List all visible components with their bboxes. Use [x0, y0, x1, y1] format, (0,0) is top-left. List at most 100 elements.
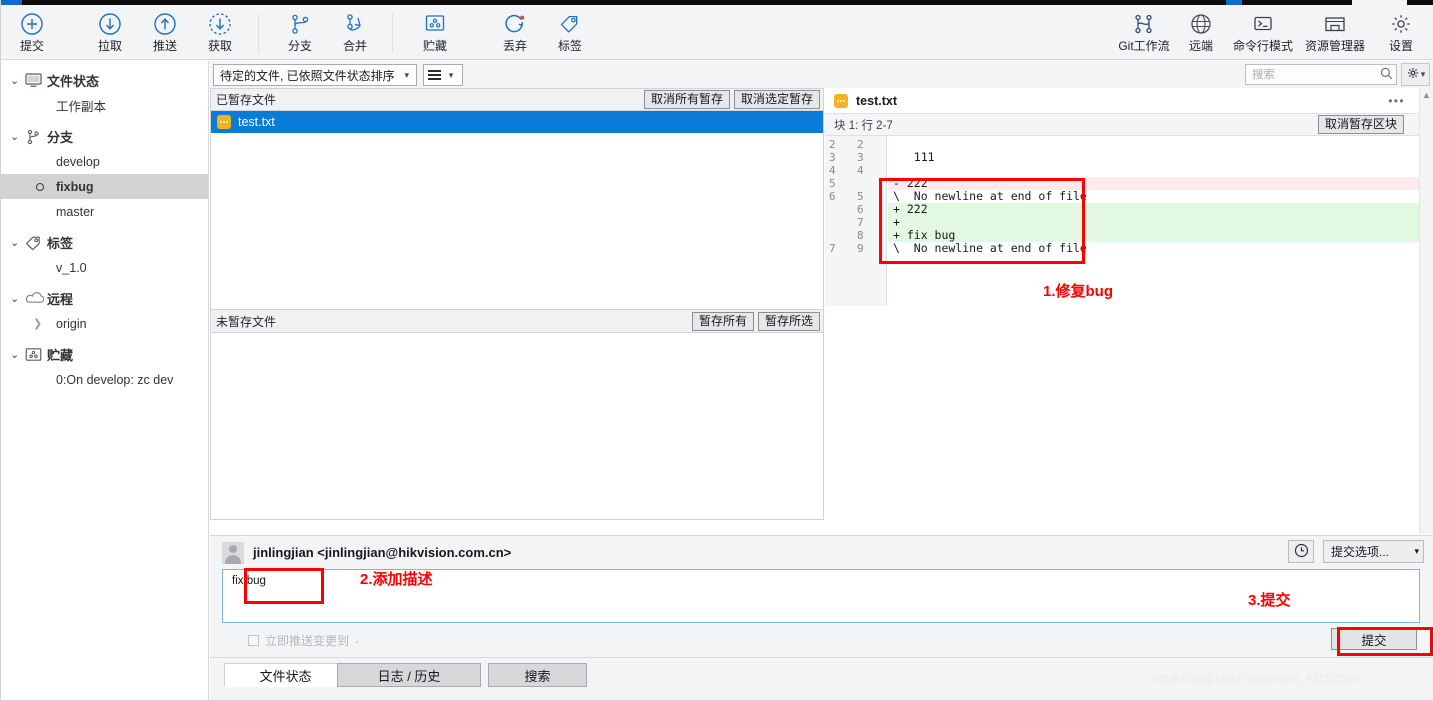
current-branch-bullet-icon: [36, 182, 44, 191]
sidebar-item-branch-master[interactable]: master: [0, 199, 208, 224]
list-view-icon: [427, 68, 441, 83]
toolbar-button-tag[interactable]: 标签: [538, 9, 602, 59]
unstage-all-button[interactable]: 取消所有暂存: [643, 90, 730, 109]
file-status-column: 已暂存文件 取消所有暂存 取消选定暂存 test.txt 未暂存文件 暂存所有 …: [210, 88, 824, 534]
toolbar-button-merge[interactable]: 合并: [323, 9, 387, 59]
sidebar-group-branches[interactable]: ⌄ 分支: [0, 124, 208, 149]
staged-file-row[interactable]: test.txt: [211, 111, 823, 133]
diff-old-line-number: 4: [829, 164, 836, 177]
toolbar-button-commit[interactable]: 提交: [0, 9, 64, 59]
unstage-selected-button[interactable]: 取消选定暂存: [733, 90, 820, 109]
gitflow-icon: [1131, 9, 1157, 39]
branch-icon: [287, 9, 313, 39]
toolbar-label: 合并: [342, 39, 367, 53]
tab-label: 日志 / 历史: [377, 668, 441, 684]
diff-old-line-number: 2: [829, 138, 836, 151]
toolbar-button-settings[interactable]: 设置: [1369, 9, 1433, 59]
commit-options-dropdown[interactable]: 提交选项... ▾: [1323, 540, 1424, 563]
diff-line: [888, 164, 1433, 177]
toolbar-label: 丢弃: [502, 39, 527, 53]
tab-file-status[interactable]: 文件状态: [224, 663, 347, 687]
sidebar-item-label: fixbug: [56, 179, 94, 194]
toolbar-label: 提交: [19, 39, 44, 53]
toolbar-label: Git工作流: [1118, 39, 1170, 53]
globe-icon: [1188, 9, 1214, 39]
file-sort-dropdown[interactable]: 待定的文件, 已依照文件状态排序 ▾: [213, 64, 417, 86]
toolbar-button-fetch[interactable]: 获取: [188, 9, 252, 59]
toolbar-button-stash[interactable]: 贮藏: [403, 9, 467, 59]
diff-vertical-scrollbar[interactable]: ▲: [1419, 88, 1433, 534]
sidebar-group-file-status[interactable]: ⌄ 文件状态: [0, 68, 208, 93]
tab-log-history[interactable]: 日志 / 历史: [337, 663, 481, 687]
cloud-icon: [25, 292, 47, 305]
unstaged-files-list[interactable]: [210, 333, 824, 520]
sidebar-item-label: 0:On develop: zc dev: [56, 372, 174, 387]
push-changes-row[interactable]: 立即推送变更到 -: [248, 632, 359, 649]
sidebar-group-label: 远程: [47, 292, 74, 307]
staged-files-header: 已暂存文件 取消所有暂存 取消选定暂存: [210, 88, 824, 111]
sidebar-item-tag-v10[interactable]: v_1.0: [0, 255, 208, 280]
toolbar-label: 设置: [1388, 39, 1413, 53]
search-field[interactable]: [1245, 64, 1397, 85]
sidebar-group-tags[interactable]: ⌄ 标签: [0, 230, 208, 255]
sidebar-item-branch-develop[interactable]: develop: [0, 149, 208, 174]
chevron-down-icon: ⌄: [10, 349, 20, 361]
sidebar-item-working-copy[interactable]: 工作副本: [0, 93, 208, 118]
unstage-hunk-button[interactable]: 取消暂存区块: [1317, 115, 1404, 134]
diff-file-name: test.txt: [856, 93, 897, 108]
staged-files-title: 已暂存文件: [216, 93, 277, 107]
modified-file-icon: [834, 93, 848, 108]
chevron-down-icon: ⌄: [10, 237, 20, 249]
push-changes-target: -: [355, 633, 360, 648]
toolbar-label: 资源管理器: [1304, 39, 1365, 53]
tab-search[interactable]: 搜索: [488, 663, 587, 687]
sidebar-group-label: 文件状态: [47, 74, 100, 89]
unstaged-files-title: 未暂存文件: [216, 314, 277, 329]
sidebar-group-stashes[interactable]: ⌄ 贮藏: [0, 342, 208, 367]
toolbar-label: 标签: [557, 39, 582, 53]
modified-file-icon: [217, 115, 231, 129]
toolbar-label: 推送: [152, 39, 177, 53]
monitor-icon: [25, 73, 47, 88]
chevron-down-icon: ▾: [1420, 69, 1426, 79]
sidebar-group-label: 贮藏: [47, 348, 74, 363]
diff-new-line-number: 3: [857, 151, 864, 164]
push-changes-label: 立即推送变更到: [265, 634, 350, 648]
staged-files-list[interactable]: test.txt: [210, 111, 824, 310]
filter-bar: 待定的文件, 已依照文件状态排序 ▾ ▾ ▾: [210, 61, 1433, 88]
main-toolbar: 提交 拉取 推送 获取 分支 合并 贮藏 丢弃 标签 Git工作流 远端 命令行…: [0, 5, 1433, 60]
sidebar-group-remotes[interactable]: ⌄ 远程: [0, 286, 208, 311]
stage-all-button[interactable]: 暂存所有: [691, 311, 754, 331]
diff-panel: test.txt ••• 块 1: 行 2-7 取消暂存区块 2 2 3 3 4…: [825, 88, 1433, 534]
annotation-box-commit-message: [244, 568, 324, 604]
diff-new-line-number: 4: [857, 164, 864, 177]
sidebar-item-label: develop: [56, 154, 100, 169]
commit-options-label: 提交选项...: [1331, 545, 1390, 559]
sidebar-item-remote-origin[interactable]: ❯ origin: [0, 311, 208, 336]
sidebar: ⌄ 文件状态 工作副本 ⌄ 分支 develop fixbug master ⌄…: [0, 61, 209, 701]
diff-old-line-number: 6: [829, 190, 836, 203]
sidebar-item-branch-fixbug[interactable]: fixbug: [0, 174, 208, 199]
toolbar-separator: [392, 13, 393, 53]
pull-down-arrow-circle-icon: [97, 9, 123, 39]
diff-hunk-bar: 块 1: 行 2-7 取消暂存区块: [825, 114, 1433, 136]
commit-plus-circle-icon: [19, 9, 45, 39]
stash-icon: [422, 9, 448, 39]
push-changes-checkbox[interactable]: [248, 635, 259, 646]
explorer-folder-icon: [1321, 9, 1349, 39]
sidebar-item-label: 工作副本: [56, 100, 107, 114]
scroll-up-icon[interactable]: ▲: [1420, 88, 1433, 100]
stash-icon: [25, 347, 47, 362]
chevron-down-icon: ⌄: [10, 75, 20, 87]
sidebar-item-stash-0[interactable]: 0:On develop: zc dev: [0, 367, 208, 392]
toolbar-button-explorer[interactable]: 资源管理器: [1289, 9, 1381, 59]
toolbar-label: 分支: [287, 39, 312, 53]
stage-selected-button[interactable]: 暂存所选: [757, 311, 820, 331]
view-mode-dropdown[interactable]: ▾: [423, 64, 463, 86]
sidebar-group-label: 标签: [47, 236, 74, 251]
filter-settings-button[interactable]: ▾: [1401, 63, 1430, 86]
search-input[interactable]: [1252, 68, 1380, 81]
file-sort-value: 待定的文件, 已依照文件状态排序: [220, 68, 395, 83]
commit-history-button[interactable]: [1288, 540, 1314, 563]
diff-line: 111: [893, 150, 935, 164]
